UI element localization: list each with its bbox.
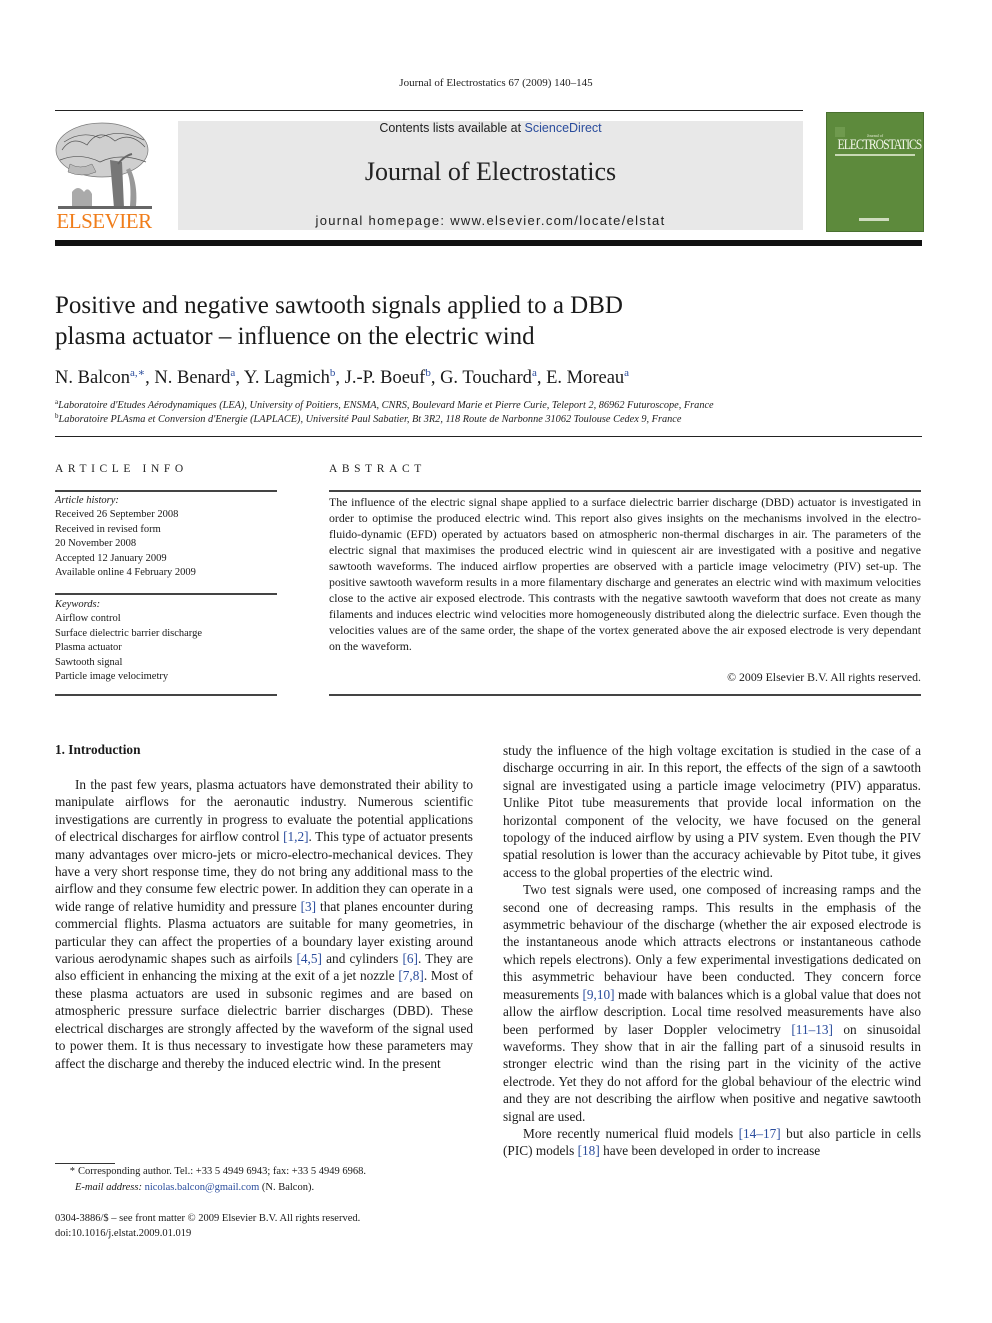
paragraph: More recently numerical fluid models [14… (503, 1125, 921, 1160)
paragraph-text: and cylinders (321, 951, 403, 967)
keyword: Plasma actuator (55, 642, 122, 654)
author[interactable]: N. Balcona,∗ (55, 367, 145, 388)
affiliation-b: bLaboratoire PLAsma et Conversion d'Ener… (55, 412, 682, 425)
affiliation-mark[interactable]: a (532, 367, 537, 379)
reference-link[interactable]: [18] (578, 1143, 600, 1158)
reference-link[interactable]: [9,10] (582, 987, 614, 1002)
article-info-rule (55, 490, 277, 492)
affiliation-mark[interactable]: b (425, 367, 431, 379)
elsevier-tree-icon (55, 122, 152, 209)
body-column-right: study the influence of the high voltage … (503, 742, 921, 1160)
journal-cover-image[interactable]: Journal of ELECTROSTATICS (826, 112, 924, 232)
reference-link[interactable]: [7,8] (398, 968, 423, 983)
paragraph-text: Two test signals were used, one composed… (503, 882, 921, 1002)
journal-citation: Journal of Electrostatics 67 (2009) 140–… (399, 77, 593, 89)
article-history: Article history: Received 26 September 2… (55, 494, 277, 580)
email-link[interactable]: nicolas.balcon@gmail.com (145, 1182, 260, 1193)
title-divider (55, 436, 922, 437)
history-label: Article history: (55, 495, 119, 506)
body-column-left: In the past few years, plasma actuators … (55, 776, 473, 1072)
reference-link[interactable]: [3] (301, 899, 317, 914)
affiliation-mark[interactable]: a,∗ (130, 367, 145, 379)
paragraph-text: . Most of these plasma actuators are use… (55, 968, 474, 1071)
contents-prefix: Contents lists available at (379, 121, 525, 135)
journal-banner: Contents lists available at ScienceDirec… (178, 121, 803, 230)
abstract-copyright: © 2009 Elsevier B.V. All rights reserved… (727, 670, 921, 684)
cover-journal-name: ELECTROSTATICS (837, 137, 923, 153)
header-thick-rule (55, 240, 922, 246)
keyword: Airflow control (55, 613, 121, 625)
paragraph-text: have been developed in order to increase (599, 1143, 821, 1159)
abstract-heading: ABSTRACT (329, 463, 426, 475)
footnote-star: * (69, 1166, 75, 1177)
cover-subtitle-bar (835, 154, 915, 156)
reference-link[interactable]: [4,5] (296, 951, 321, 966)
paragraph: In the past few years, plasma actuators … (55, 776, 473, 1072)
history-item: Received in revised form (55, 523, 161, 535)
header-rule (55, 110, 803, 111)
journal-homepage-link[interactable]: journal homepage: www.elsevier.com/locat… (178, 213, 803, 228)
author[interactable]: N. Benarda (154, 367, 235, 388)
abstract-rule (329, 694, 921, 696)
keywords: Keywords: Airflow control Surface dielec… (55, 598, 277, 684)
reference-link[interactable]: [6] (402, 951, 418, 966)
affiliation-mark[interactable]: a (624, 367, 629, 379)
article-info-heading: ARTICLE INFO (55, 463, 188, 475)
reference-link[interactable]: [14–17] (739, 1126, 781, 1141)
article-info-rule (55, 593, 277, 595)
reference-link[interactable]: [11–13] (791, 1022, 833, 1037)
journal-title: Journal of Electrostatics (364, 157, 617, 186)
keyword: Particle image velocimetry (55, 671, 169, 683)
sciencedirect-link[interactable]: ScienceDirect (525, 121, 602, 135)
abstract-rule (329, 490, 921, 492)
keyword: Sawtooth signal (55, 656, 123, 668)
article-title-line-2: plasma actuator – influence on the elect… (55, 323, 535, 350)
front-matter-note: 0304-3886/$ – see front matter © 2009 El… (55, 1213, 361, 1224)
article-title: Positive and negative sawtooth signals a… (55, 290, 775, 352)
paragraph: study the influence of the high voltage … (503, 742, 921, 881)
affiliation-mark[interactable]: a (230, 367, 235, 379)
cover-footer-bar (859, 218, 889, 221)
affiliation-mark[interactable]: b (330, 367, 336, 379)
paragraph-text: More recently numerical fluid models (523, 1125, 739, 1141)
history-item: Accepted 12 January 2009 (55, 552, 167, 564)
elsevier-wordmark: ELSEVIER (56, 209, 152, 233)
paragraph: Two test signals were used, one composed… (503, 881, 921, 1125)
article-info-rule (55, 694, 277, 696)
elsevier-logo[interactable]: ELSEVIER (52, 120, 156, 232)
author[interactable]: E. Moreaua (546, 367, 629, 388)
author[interactable]: J.-P. Boeufb (345, 367, 431, 388)
author[interactable]: G. Toucharda (440, 367, 537, 388)
author[interactable]: Y. Lagmichb (244, 367, 336, 388)
history-item: Available online 4 February 2009 (55, 567, 196, 579)
history-item: 20 November 2008 (55, 538, 137, 550)
keywords-label: Keywords: (55, 599, 101, 610)
contents-line: Contents lists available at ScienceDirec… (178, 121, 803, 136)
history-item: Received 26 September 2008 (55, 509, 179, 521)
paragraph-text: study the influence of the high voltage … (503, 743, 921, 880)
doi-link[interactable]: doi:10.1016/j.elstat.2009.01.019 (55, 1226, 485, 1241)
email-label: E-mail address: (75, 1182, 145, 1193)
corresponding-author-note: * Corresponding author. Tel.: +33 5 4949 … (55, 1164, 485, 1179)
reference-link[interactable]: [1,2] (283, 829, 308, 844)
email-note: E-mail address: nicolas.balcon@gmail.com… (75, 1182, 315, 1193)
section-heading-introduction: 1. Introduction (55, 742, 141, 757)
keyword: Surface dielectric barrier discharge (55, 627, 203, 639)
author-list: N. Balcona,∗, N. Benarda, Y. Lagmichb, J… (55, 367, 630, 388)
article-title-line-1: Positive and negative sawtooth signals a… (55, 292, 623, 319)
abstract-text: The influence of the electric signal sha… (329, 495, 921, 653)
